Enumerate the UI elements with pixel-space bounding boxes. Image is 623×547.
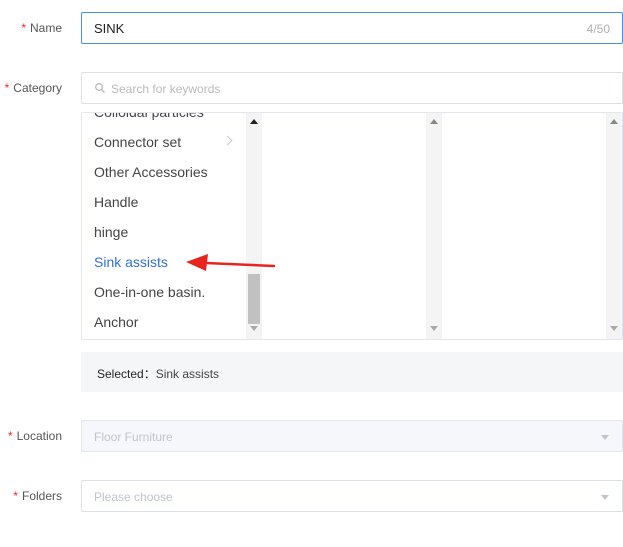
scroll-up-arrow-icon[interactable] — [430, 119, 438, 124]
location-label: * Location — [7, 429, 62, 443]
scrollbar[interactable] — [246, 113, 262, 339]
scrollbar[interactable] — [426, 113, 442, 339]
name-input-value: SINK — [94, 21, 125, 36]
scroll-down-arrow-icon[interactable] — [250, 326, 258, 331]
cascader-item[interactable]: Handle — [94, 194, 138, 210]
location-select[interactable]: Floor Furniture — [81, 420, 623, 452]
cascader-column-1: Colloidal particles Connector set Other … — [82, 113, 262, 339]
annotation-arrow-icon — [186, 254, 276, 271]
scroll-down-arrow-icon[interactable] — [430, 326, 438, 331]
scrollbar[interactable] — [606, 113, 622, 339]
cascader-item[interactable]: hinge — [94, 224, 128, 240]
scroll-down-arrow-icon[interactable] — [610, 326, 618, 331]
cascader-column-2 — [262, 113, 442, 339]
folders-select[interactable]: Please choose — [81, 480, 623, 512]
scroll-up-arrow-icon[interactable] — [610, 119, 618, 124]
char-counter: 4/50 — [586, 22, 610, 36]
folders-label: * Folders — [13, 489, 62, 503]
required-mark: * — [4, 81, 10, 95]
cascader-column-3 — [442, 113, 622, 339]
category-label: * Category — [4, 81, 62, 95]
cascader-item[interactable]: Anchor — [94, 314, 138, 330]
required-mark: * — [7, 429, 13, 443]
name-input[interactable]: SINK 4/50 — [81, 12, 623, 44]
search-icon — [95, 83, 105, 93]
cascader-item[interactable]: Connector set — [94, 134, 181, 150]
chevron-right-icon — [222, 135, 233, 146]
cascader-item[interactable]: Colloidal particles — [94, 113, 204, 120]
scroll-up-arrow-icon[interactable] — [250, 119, 258, 124]
required-mark: * — [21, 21, 26, 35]
folders-select-placeholder: Please choose — [94, 490, 173, 504]
selected-label: Selected： — [97, 367, 156, 381]
selected-value: Sink assists — [155, 367, 220, 381]
search-placeholder: Search for keywords — [111, 82, 221, 96]
scrollbar-thumb[interactable] — [248, 274, 260, 324]
cascader-item-selected[interactable]: Sink assists — [94, 254, 168, 270]
required-mark: * — [13, 489, 18, 503]
chevron-down-icon — [601, 495, 609, 500]
cascader-item[interactable]: One-in-one basin. — [94, 284, 205, 300]
chevron-down-icon — [601, 435, 609, 440]
category-cascader: Colloidal particles Connector set Other … — [81, 112, 623, 340]
location-select-value: Floor Furniture — [94, 430, 173, 444]
selected-summary: Selected：Sink assists — [81, 352, 623, 392]
category-search-input[interactable]: Search for keywords — [81, 72, 623, 104]
cascader-item[interactable]: Other Accessories — [94, 164, 208, 180]
name-label: * Name — [21, 21, 62, 35]
